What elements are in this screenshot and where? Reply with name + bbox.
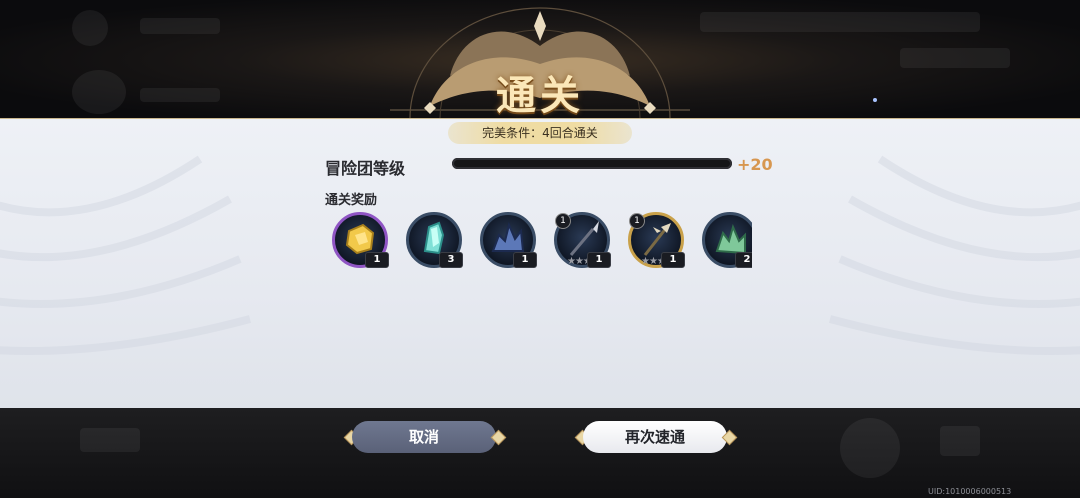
rewards-overflow-clip: 2 [702, 212, 752, 270]
perfect-condition: 完美条件：4回合通关 [448, 122, 632, 144]
blurred-header-text [140, 18, 220, 34]
sweep-again-button[interactable]: 再次速通 [583, 421, 727, 453]
reward-quantity: 1 [513, 252, 537, 268]
adventure-level-label: 冒险团等级 [325, 159, 406, 178]
feather-decoration-left [0, 155, 252, 355]
reward-quantity: 2 [735, 252, 752, 268]
star-sparkle [873, 98, 877, 102]
reward-quantity: 1 [365, 252, 389, 268]
reward-quantity: 3 [439, 252, 463, 268]
blurred-back-icon [72, 10, 108, 46]
reward-tier-badge: 1 [555, 213, 571, 229]
adventure-level-progress-bar [452, 158, 732, 169]
adventure-level-gain: +20 [737, 155, 773, 174]
reward-item-green-crystal[interactable]: 2 [702, 212, 752, 268]
blurred-subtitle [140, 88, 220, 102]
reward-item-spear[interactable]: 1 ★★★ 1 [554, 212, 611, 268]
blurred-footer-right [940, 426, 980, 456]
clear-title: 通关 [496, 72, 584, 119]
reward-item-teal-crystal[interactable]: 3 [406, 212, 463, 268]
reward-tier-badge: 1 [629, 213, 645, 229]
reward-item-gold-ore[interactable]: 1 [332, 212, 389, 268]
reward-quantity: 1 [587, 252, 611, 268]
blurred-footer-left [80, 428, 140, 452]
blurred-avatar [72, 70, 126, 114]
feather-decoration-right [828, 155, 1080, 355]
rewards-label: 通关奖励 [325, 193, 378, 208]
cancel-button[interactable]: 取消 [352, 421, 496, 453]
reward-item-dark-crystal[interactable]: 1 [480, 212, 537, 268]
reward-quantity: 1 [661, 252, 685, 268]
background-bottom [0, 408, 1080, 498]
reward-item-halberd[interactable]: 1 ★★★ 1 [628, 212, 685, 268]
blurred-resource-bar [700, 12, 980, 32]
blurred-menu [900, 48, 1010, 68]
blurred-footer-orb [840, 418, 900, 478]
user-id: UID:1010006000513 [928, 487, 1012, 496]
